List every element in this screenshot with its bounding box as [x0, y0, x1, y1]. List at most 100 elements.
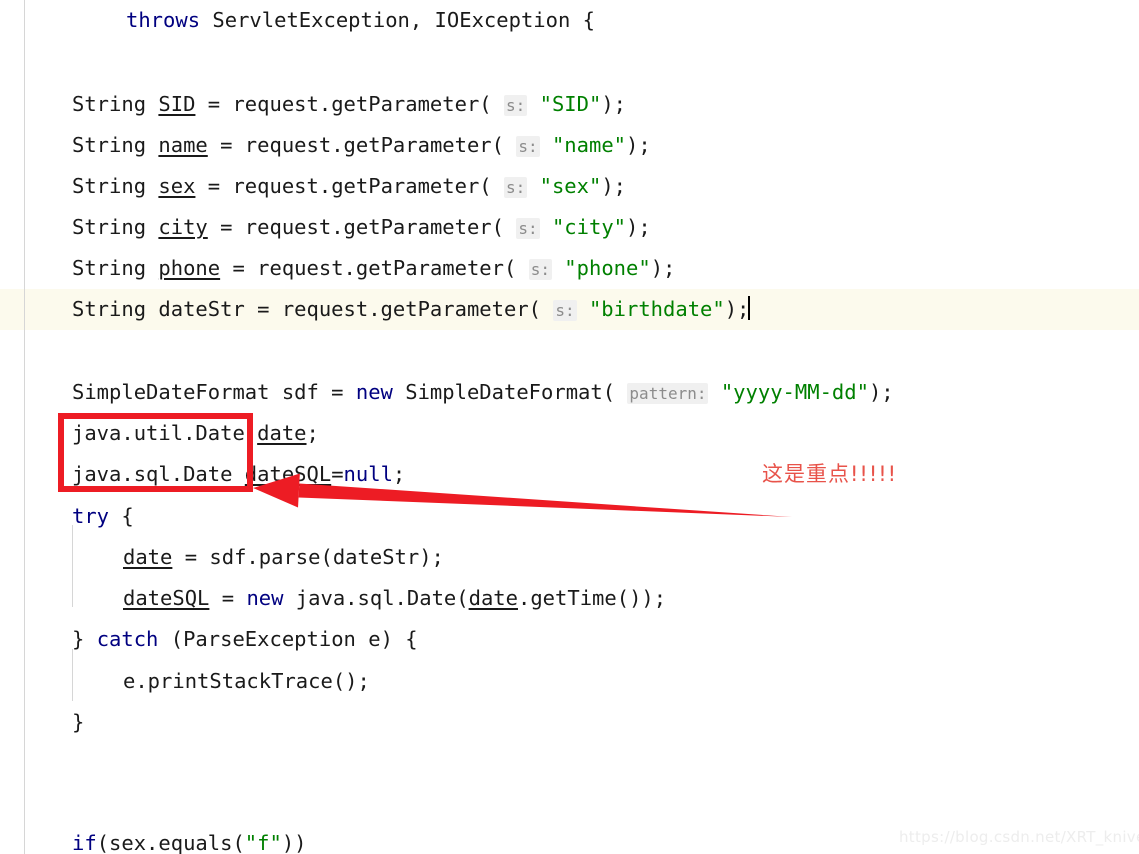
code-line[interactable]: String SID = request.getParameter( s: "S…	[0, 84, 626, 125]
code-line[interactable]: String city = request.getParameter( s: "…	[0, 207, 651, 248]
code-line[interactable]: dateSQL = new java.sql.Date(date.getTime…	[0, 578, 666, 619]
code-token-plain: = request.getParameter(	[195, 92, 492, 116]
code-line[interactable]: java.sql.Date dateSQL=null;	[0, 454, 405, 495]
code-token-kw: try	[72, 504, 110, 528]
code-token-str: "f"	[244, 831, 282, 854]
code-token-plain: );	[650, 256, 676, 280]
code-token-plain: ServletException, IOException {	[200, 8, 596, 32]
code-token-plain: = request.getParameter(	[207, 133, 504, 157]
code-token-field: date	[257, 421, 307, 445]
code-token-plain: e.printStackTrace();	[123, 669, 370, 693]
code-token-plain: );	[601, 174, 627, 198]
code-token-plain: =	[209, 586, 247, 610]
code-token-plain: =	[331, 462, 344, 486]
code-token-field: SID	[158, 92, 196, 116]
code-line[interactable]: }	[0, 702, 84, 743]
code-line[interactable]: try {	[0, 496, 134, 537]
code-token-plain: java.sql.Date(	[283, 586, 469, 610]
code-token-plain: }	[72, 627, 97, 651]
code-token-plain: String	[72, 133, 159, 157]
code-token-hint: s:	[504, 95, 528, 116]
code-line[interactable]: } catch (ParseException e) {	[0, 619, 418, 660]
code-token-str: "phone"	[564, 256, 651, 280]
code-line[interactable]: String name = request.getParameter( s: "…	[0, 125, 651, 166]
code-token-field: dateSQL	[123, 586, 210, 610]
code-token-field: phone	[158, 256, 221, 280]
code-token-plain: String	[72, 256, 159, 280]
code-line[interactable]: e.printStackTrace();	[0, 661, 370, 702]
code-token-plain: ;	[392, 462, 406, 486]
code-token-kw: new	[246, 586, 284, 610]
code-line[interactable]: SimpleDateFormat sdf = new SimpleDateFor…	[0, 372, 894, 413]
code-token-plain: java.sql.Date	[72, 462, 245, 486]
code-token-plain: = request.getParameter(	[220, 256, 517, 280]
code-token-hint: s:	[553, 300, 577, 321]
code-token-plain: SimpleDateFormat(	[392, 380, 616, 404]
code-token-plain: );	[868, 380, 894, 404]
code-token-plain: ;	[306, 421, 319, 445]
code-token-kw: null	[343, 462, 393, 486]
code-token-field: date	[468, 586, 518, 610]
code-token-plain: );	[724, 297, 750, 321]
code-token-kw: catch	[96, 627, 159, 651]
code-token-plain: ))	[281, 831, 307, 854]
code-line[interactable]: String dateStr = request.getParameter( s…	[0, 289, 751, 330]
code-token-plain: {	[109, 504, 134, 528]
code-token-plain: );	[626, 215, 651, 239]
code-line[interactable]: String phone = request.getParameter( s: …	[0, 248, 675, 289]
code-editor-screenshot: throws ServletException, IOException { St…	[0, 0, 1139, 854]
code-token-field: sex	[158, 174, 196, 198]
code-token-field: date	[123, 545, 173, 569]
code-token-plain: String	[72, 174, 159, 198]
code-token-plain: String	[72, 215, 159, 239]
code-line[interactable]: date = sdf.parse(dateStr);	[0, 537, 444, 578]
code-token-str: "name"	[551, 133, 627, 157]
code-token-plain: = request.getParameter(	[195, 174, 492, 198]
code-token-field: name	[158, 133, 208, 157]
code-token-plain: (ParseException e) {	[158, 627, 418, 651]
code-line[interactable]: throws ServletException, IOException {	[0, 0, 595, 41]
code-line[interactable]: if(sex.equals("f"))	[0, 823, 307, 854]
code-token-str: "sex"	[539, 174, 602, 198]
code-token-plain: (sex.equals(	[96, 831, 245, 854]
code-editor-canvas[interactable]: throws ServletException, IOException { St…	[0, 0, 1139, 854]
code-token-plain: SimpleDateFormat sdf =	[72, 380, 356, 404]
code-token-hint: s:	[528, 259, 552, 280]
code-token-str: "city"	[551, 215, 627, 239]
code-token-plain: .getTime());	[517, 586, 667, 610]
code-line[interactable]: String sex = request.getParameter( s: "s…	[0, 166, 626, 207]
code-token-plain: = sdf.parse(dateStr);	[172, 545, 444, 569]
code-line[interactable]: java.util.Date date;	[0, 413, 319, 454]
code-token-plain: String	[72, 92, 159, 116]
code-token-str: "yyyy-MM-dd"	[720, 380, 869, 404]
code-token-hint: s:	[516, 218, 540, 239]
csdn-watermark: https://blog.csdn.net/XRT_knives	[899, 828, 1139, 846]
code-token-plain: String dateStr = request.getParameter(	[72, 297, 541, 321]
code-token-kw: if	[72, 831, 97, 854]
code-token-str: "birthdate"	[588, 297, 725, 321]
text-caret	[748, 296, 751, 320]
code-token-hint: s:	[504, 177, 528, 198]
code-token-plain: java.util.Date	[72, 421, 258, 445]
code-token-kw: throws	[126, 8, 201, 32]
code-token-field: city	[158, 215, 208, 239]
code-token-hint: s:	[516, 136, 540, 157]
code-token-plain: }	[72, 710, 85, 734]
code-token-plain: = request.getParameter(	[207, 215, 504, 239]
code-token-hint: pattern:	[627, 383, 709, 404]
code-token-kw: new	[355, 380, 393, 404]
code-token-plain: );	[626, 133, 651, 157]
